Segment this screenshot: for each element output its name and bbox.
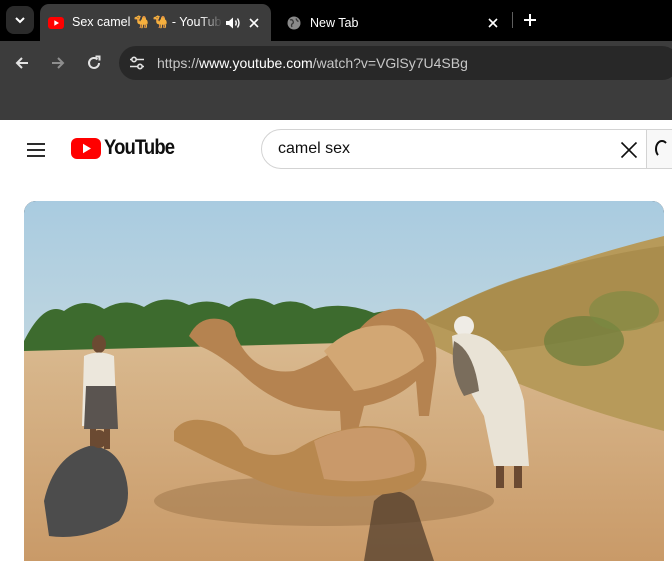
url-scheme: https:// (157, 55, 200, 71)
plus-icon (524, 14, 536, 26)
forward-button[interactable] (46, 51, 70, 75)
bookmarks-bar-area (0, 85, 672, 120)
reload-icon (88, 55, 101, 69)
close-tab-button[interactable] (245, 14, 263, 32)
reload-button[interactable] (82, 51, 106, 75)
tab-title: Sex camel 🐪 🐪 - YouTube (72, 15, 223, 29)
new-tab-button[interactable] (518, 8, 542, 32)
back-button[interactable] (10, 51, 34, 75)
youtube-favicon-icon (48, 16, 64, 29)
video-player[interactable] (24, 201, 664, 561)
tab-title: New Tab (310, 15, 359, 30)
search-box (261, 129, 647, 169)
tab-strip: Sex camel 🐪 🐪 - YouTube New Tab (0, 0, 672, 41)
arrow-left-icon (15, 57, 28, 69)
tune-icon (130, 56, 144, 70)
hamburger-menu-icon (27, 143, 45, 157)
globe-icon (287, 16, 301, 29)
chevron-down-icon (15, 17, 25, 24)
youtube-play-logo-icon (71, 137, 101, 159)
browser-toolbar: https://www.youtube.com/watch?v=VGlSy7U4… (0, 41, 672, 85)
close-icon (488, 17, 498, 28)
clear-search-button[interactable] (617, 138, 641, 162)
address-bar[interactable]: https://www.youtube.com/watch?v=VGlSy7U4… (119, 46, 672, 80)
url-host: www.youtube.com (199, 55, 313, 71)
tab-youtube[interactable]: Sex camel 🐪 🐪 - YouTube (40, 4, 271, 41)
url-path: /watch?v=VGlSy7U4SBg (312, 55, 468, 71)
speaker-icon[interactable] (225, 16, 241, 30)
close-tab-button[interactable] (484, 14, 502, 32)
video-frame-camel-scene (24, 201, 664, 561)
close-icon (620, 141, 638, 159)
youtube-wordmark: YouTube (104, 136, 175, 159)
arrow-right-icon (52, 57, 65, 69)
tab-search-button[interactable] (6, 6, 34, 34)
search-input[interactable] (278, 139, 598, 159)
search-icon (655, 140, 669, 158)
url-text: https://www.youtube.com/watch?v=VGlSy7U4… (157, 55, 468, 71)
close-icon (249, 17, 259, 28)
tab-new-tab[interactable]: New Tab (278, 4, 510, 41)
site-info-button[interactable] (127, 53, 147, 73)
youtube-logo[interactable]: YouTube (71, 136, 184, 160)
guide-menu-button[interactable] (20, 136, 52, 164)
tab-divider (512, 12, 513, 28)
youtube-page: YouTube (0, 120, 672, 561)
search-button[interactable] (647, 129, 672, 169)
